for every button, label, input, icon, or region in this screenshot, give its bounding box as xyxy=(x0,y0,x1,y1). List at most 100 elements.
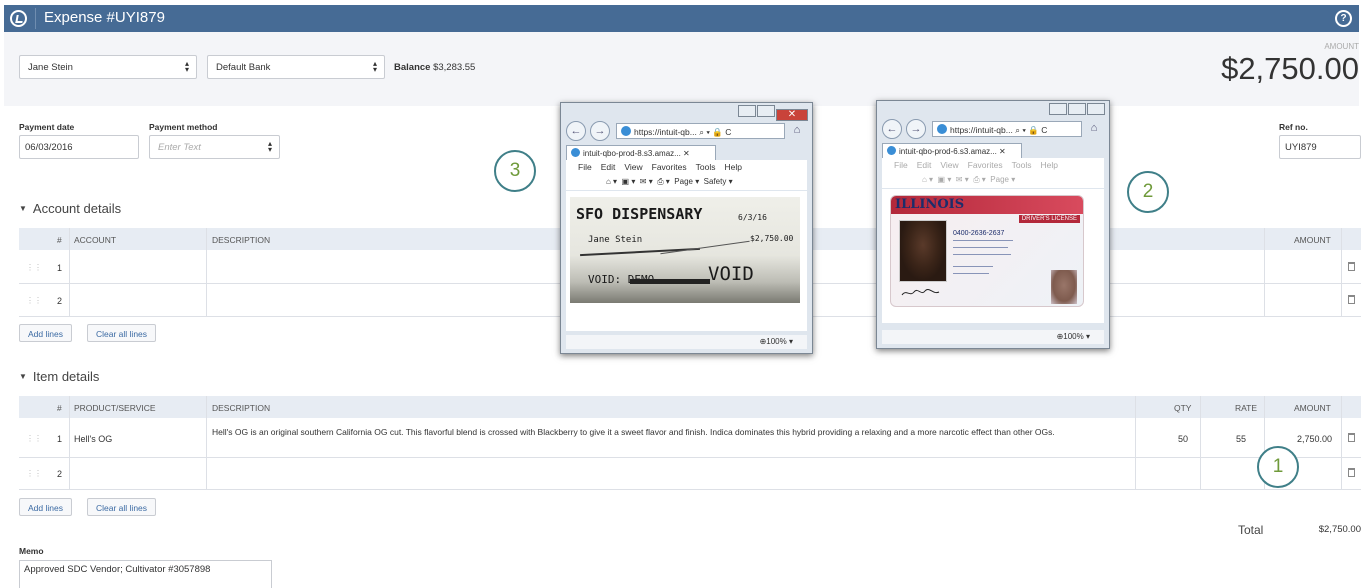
trash-icon[interactable] xyxy=(1348,262,1355,271)
table-row[interactable]: ⋮⋮ 1 Hell's OG Hell's OG is an original … xyxy=(19,418,1361,458)
browser-popup-license[interactable]: ← → https://intuit-qb... ⌕ ▾ 🔒 C ⌂ intui… xyxy=(876,100,1110,349)
drag-handle-icon[interactable]: ⋮⋮ xyxy=(26,434,42,443)
page-menu[interactable]: Page ▾ xyxy=(674,177,699,186)
payee-select[interactable]: Jane Stein ▴ ▾ xyxy=(19,55,197,79)
ref-no-input[interactable]: UYI879 xyxy=(1279,135,1361,159)
address-bar[interactable]: https://intuit-qb... ⌕ ▾ 🔒 C xyxy=(932,121,1082,137)
minimize-icon[interactable] xyxy=(1049,103,1067,115)
maximize-icon[interactable] xyxy=(1068,103,1086,115)
drag-handle-icon[interactable]: ⋮⋮ xyxy=(26,263,42,272)
item-details-title: Item details xyxy=(32,369,100,384)
globe-icon xyxy=(621,126,631,136)
print-icon[interactable]: ⎙ ▾ xyxy=(973,175,986,184)
clear-all-lines-button[interactable]: Clear all lines xyxy=(87,324,157,342)
menu-file[interactable]: File xyxy=(894,160,908,170)
menu-help[interactable]: Help xyxy=(1040,160,1057,170)
license-detail-line xyxy=(953,247,1008,248)
menu-view[interactable]: View xyxy=(624,162,642,172)
select-arrows-icon: ▴ ▾ xyxy=(372,59,377,74)
amount-cell[interactable]: 2,750.00 xyxy=(1297,434,1332,444)
address-text: https://intuit-qb... xyxy=(634,127,697,137)
close-icon[interactable] xyxy=(1087,103,1105,115)
ref-no-label: Ref no. xyxy=(1279,122,1308,132)
menu-tools[interactable]: Tools xyxy=(696,162,716,172)
title-bar: Expense #UYI879 ? xyxy=(4,5,1359,32)
back-icon[interactable]: ← xyxy=(566,121,586,141)
globe-icon xyxy=(887,146,896,155)
add-lines-button[interactable]: Add lines xyxy=(19,498,72,516)
maximize-icon[interactable] xyxy=(757,105,775,117)
address-bar[interactable]: https://intuit-qb... ⌕ ▾ 🔒 C xyxy=(616,123,785,139)
tab-title: intuit-qbo-prod-6.s3.amaz... xyxy=(899,147,997,156)
menu-edit[interactable]: Edit xyxy=(917,160,932,170)
license-number: 0400-2636-2637 xyxy=(953,230,1005,237)
qty-cell[interactable]: 50 xyxy=(1178,434,1188,444)
feeds-icon[interactable]: ▣ ▾ xyxy=(938,175,952,184)
help-icon[interactable]: ? xyxy=(1335,10,1352,27)
table-row[interactable]: ⋮⋮ 2 xyxy=(19,458,1361,490)
rate-cell[interactable]: 55 xyxy=(1236,434,1246,444)
forward-icon[interactable]: → xyxy=(590,121,610,141)
payment-date-input[interactable]: 06/03/2016 xyxy=(19,135,139,159)
description-cell[interactable]: Hell's OG is an original southern Califo… xyxy=(212,427,1124,438)
balance-value: $3,283.55 xyxy=(433,62,476,73)
tab-title: intuit-qbo-prod-8.s3.amaz... xyxy=(583,149,681,158)
minimize-icon[interactable] xyxy=(738,105,756,117)
feeds-icon[interactable]: ▣ ▾ xyxy=(622,177,636,186)
home-toolbar-icon[interactable]: ⌂ ▾ xyxy=(922,175,933,184)
drag-handle-icon[interactable]: ⋮⋮ xyxy=(26,469,42,478)
clear-all-lines-button[interactable]: Clear all lines xyxy=(87,498,157,516)
drag-handle-icon[interactable]: ⋮⋮ xyxy=(26,296,42,305)
menu-favorites[interactable]: Favorites xyxy=(652,162,687,172)
browser-tab[interactable]: intuit-qbo-prod-8.s3.amaz... ✕ xyxy=(566,145,716,160)
trash-icon[interactable] xyxy=(1348,295,1355,304)
print-icon[interactable]: ⎙ ▾ xyxy=(657,177,670,186)
menu-file[interactable]: File xyxy=(578,162,592,172)
close-icon[interactable]: ✕ xyxy=(776,109,808,121)
column-divider xyxy=(1341,228,1342,317)
bank-account-select[interactable]: Default Bank ▴ ▾ xyxy=(207,55,385,79)
quickbooks-logo-icon[interactable] xyxy=(10,10,27,27)
receipt-amount: $2,750.00 xyxy=(750,234,794,243)
memo-textarea[interactable]: Approved SDC Vendor; Cultivator #3057898 xyxy=(19,560,272,588)
zoom-level[interactable]: 100% xyxy=(766,337,786,346)
back-icon[interactable]: ← xyxy=(882,119,902,139)
menu-help[interactable]: Help xyxy=(724,162,741,172)
menu-view[interactable]: View xyxy=(940,160,958,170)
col-account: ACCOUNT xyxy=(74,235,117,245)
zoom-level[interactable]: 100% xyxy=(1063,332,1083,341)
menu-edit[interactable]: Edit xyxy=(601,162,616,172)
item-details-toggle[interactable]: ▼ Item details xyxy=(19,369,99,384)
page-menu[interactable]: Page ▾ xyxy=(990,175,1015,184)
col-qty: QTY xyxy=(1174,403,1192,413)
signature-scribble xyxy=(901,288,940,296)
mail-icon[interactable]: ✉ ▾ xyxy=(640,177,653,186)
col-description: DESCRIPTION xyxy=(212,235,271,245)
trash-icon[interactable] xyxy=(1348,433,1355,442)
browser-popup-receipt[interactable]: ✕ ← → https://intuit-qb... ⌕ ▾ 🔒 C ⌂ int… xyxy=(560,102,813,354)
home-icon[interactable]: ⌂ xyxy=(787,121,807,141)
column-divider xyxy=(1200,396,1201,490)
license-type: DRIVER'S LICENSE xyxy=(1018,215,1080,223)
home-icon[interactable]: ⌂ xyxy=(1084,119,1104,139)
forward-icon[interactable]: → xyxy=(906,119,926,139)
license-photo xyxy=(899,220,947,282)
product-cell[interactable]: Hell's OG xyxy=(74,434,112,444)
balance-label: Balance xyxy=(394,62,431,73)
license-detail-line xyxy=(953,273,989,274)
account-details-toggle[interactable]: ▼ Account details xyxy=(19,201,121,216)
add-lines-button[interactable]: Add lines xyxy=(19,324,72,342)
safety-menu[interactable]: Safety ▾ xyxy=(704,177,733,186)
home-toolbar-icon[interactable]: ⌂ ▾ xyxy=(606,177,617,186)
browser-tab[interactable]: intuit-qbo-prod-6.s3.amaz... ✕ xyxy=(882,143,1022,158)
trash-icon[interactable] xyxy=(1348,468,1355,477)
payment-method-select[interactable]: Enter Text ▴ ▾ xyxy=(149,135,280,159)
menu-tools[interactable]: Tools xyxy=(1012,160,1032,170)
column-divider xyxy=(69,396,70,490)
menu-favorites[interactable]: Favorites xyxy=(968,160,1003,170)
column-divider xyxy=(206,228,207,317)
select-arrows-icon: ▴ ▾ xyxy=(267,139,272,154)
document-viewer: SFO DISPENSARY 6/3/16 Jane Stein $2,750.… xyxy=(566,191,807,331)
balance: Balance $3,283.55 xyxy=(394,62,475,73)
mail-icon[interactable]: ✉ ▾ xyxy=(956,175,969,184)
